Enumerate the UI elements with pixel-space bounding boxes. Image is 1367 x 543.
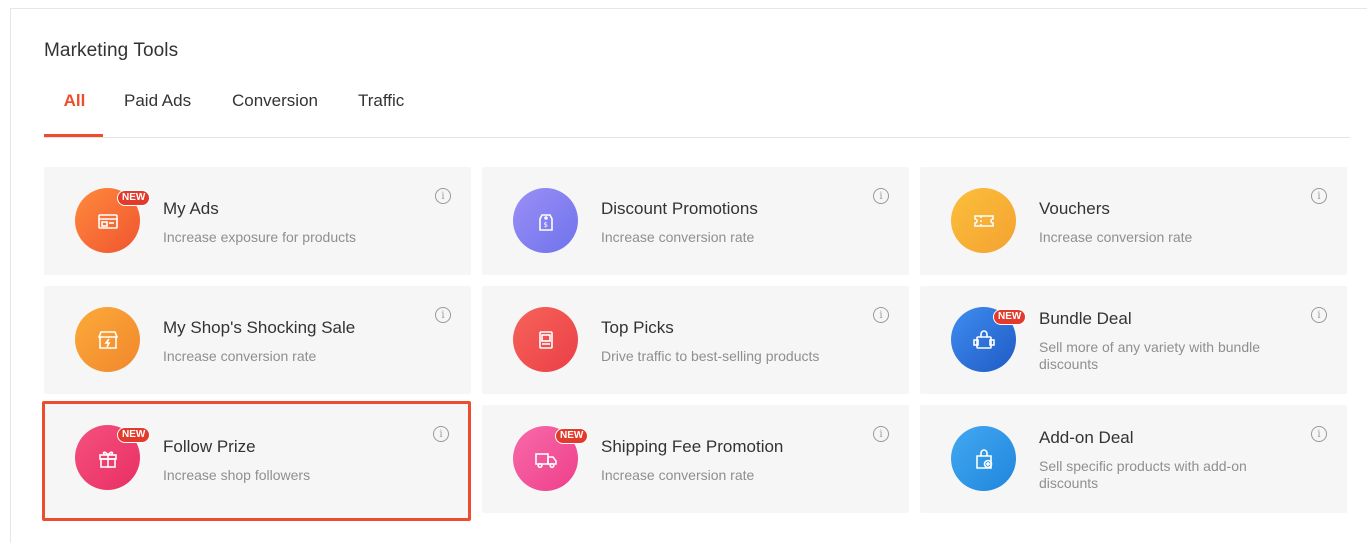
tool-card-shipping-fee-promotion[interactable]: NEW Shipping Fee Promotion Increase conv… (482, 405, 909, 513)
new-badge: NEW (555, 428, 589, 444)
card-description: Drive traffic to best-selling products (601, 348, 820, 364)
price-tag-icon: $ (513, 188, 578, 253)
card-title: My Ads (163, 199, 219, 218)
new-badge: NEW (117, 427, 151, 443)
info-icon[interactable]: i (873, 426, 889, 442)
card-description: Increase exposure for products (163, 229, 356, 245)
active-tab-indicator (44, 134, 103, 137)
info-icon[interactable]: i (873, 307, 889, 323)
tab-traffic[interactable]: Traffic (358, 91, 404, 136)
card-title: Vouchers (1039, 199, 1110, 218)
card-description: Increase conversion rate (601, 467, 755, 483)
card-description: Increase shop followers (163, 467, 311, 483)
card-title: Top Picks (601, 318, 674, 337)
tool-card-bundle-deal[interactable]: NEW Bundle Deal Sell more of any variety… (920, 286, 1347, 394)
new-badge: NEW (993, 309, 1027, 325)
tool-card-top-picks[interactable]: Top Picks Drive traffic to best-selling … (482, 286, 909, 394)
card-description: Sell specific products with add-on disco… (1039, 458, 1247, 491)
card-description: Increase conversion rate (163, 348, 317, 364)
page-title: Marketing Tools (44, 40, 179, 61)
top-picks-icon (513, 307, 578, 372)
tool-card-my-ads[interactable]: NEW My Ads Increase exposure for product… (44, 167, 471, 275)
card-title: Bundle Deal (1039, 309, 1132, 328)
tab-paid-ads[interactable]: Paid Ads (124, 91, 191, 136)
tool-card-add-on-deal[interactable]: Add-on Deal Sell specific products with … (920, 405, 1347, 513)
tool-card-vouchers[interactable]: Vouchers Increase conversion rate i (920, 167, 1347, 275)
add-on-bag-icon (951, 426, 1016, 491)
info-icon[interactable]: i (433, 426, 449, 442)
tool-card-discount-promotions[interactable]: $ Discount Promotions Increase conversio… (482, 167, 909, 275)
info-icon[interactable]: i (1311, 426, 1327, 442)
card-title: Discount Promotions (601, 199, 758, 218)
shop-flash-icon (75, 307, 140, 372)
tool-card-shocking-sale[interactable]: My Shop's Shocking Sale Increase convers… (44, 286, 471, 394)
card-description: Increase conversion rate (1039, 229, 1193, 245)
card-title: My Shop's Shocking Sale (163, 318, 356, 337)
tab-conversion[interactable]: Conversion (232, 91, 318, 136)
card-title: Follow Prize (163, 437, 256, 456)
info-icon[interactable]: i (873, 188, 889, 204)
card-title: Add-on Deal (1039, 428, 1134, 447)
card-title: Shipping Fee Promotion (601, 437, 784, 456)
voucher-icon (951, 188, 1016, 253)
info-icon[interactable]: i (1311, 307, 1327, 323)
tab-bar: All Paid Ads Conversion Traffic (44, 84, 1350, 138)
info-icon[interactable]: i (1311, 188, 1327, 204)
info-icon[interactable]: i (435, 188, 451, 204)
card-description: Increase conversion rate (601, 229, 755, 245)
tool-card-follow-prize[interactable]: NEW Follow Prize Increase shop followers… (42, 401, 471, 521)
card-description: Sell more of any variety with bundle dis… (1039, 339, 1260, 372)
tab-all[interactable]: All (62, 91, 87, 137)
new-badge: NEW (117, 190, 151, 206)
svg-text:$: $ (543, 221, 547, 229)
info-icon[interactable]: i (435, 307, 451, 323)
